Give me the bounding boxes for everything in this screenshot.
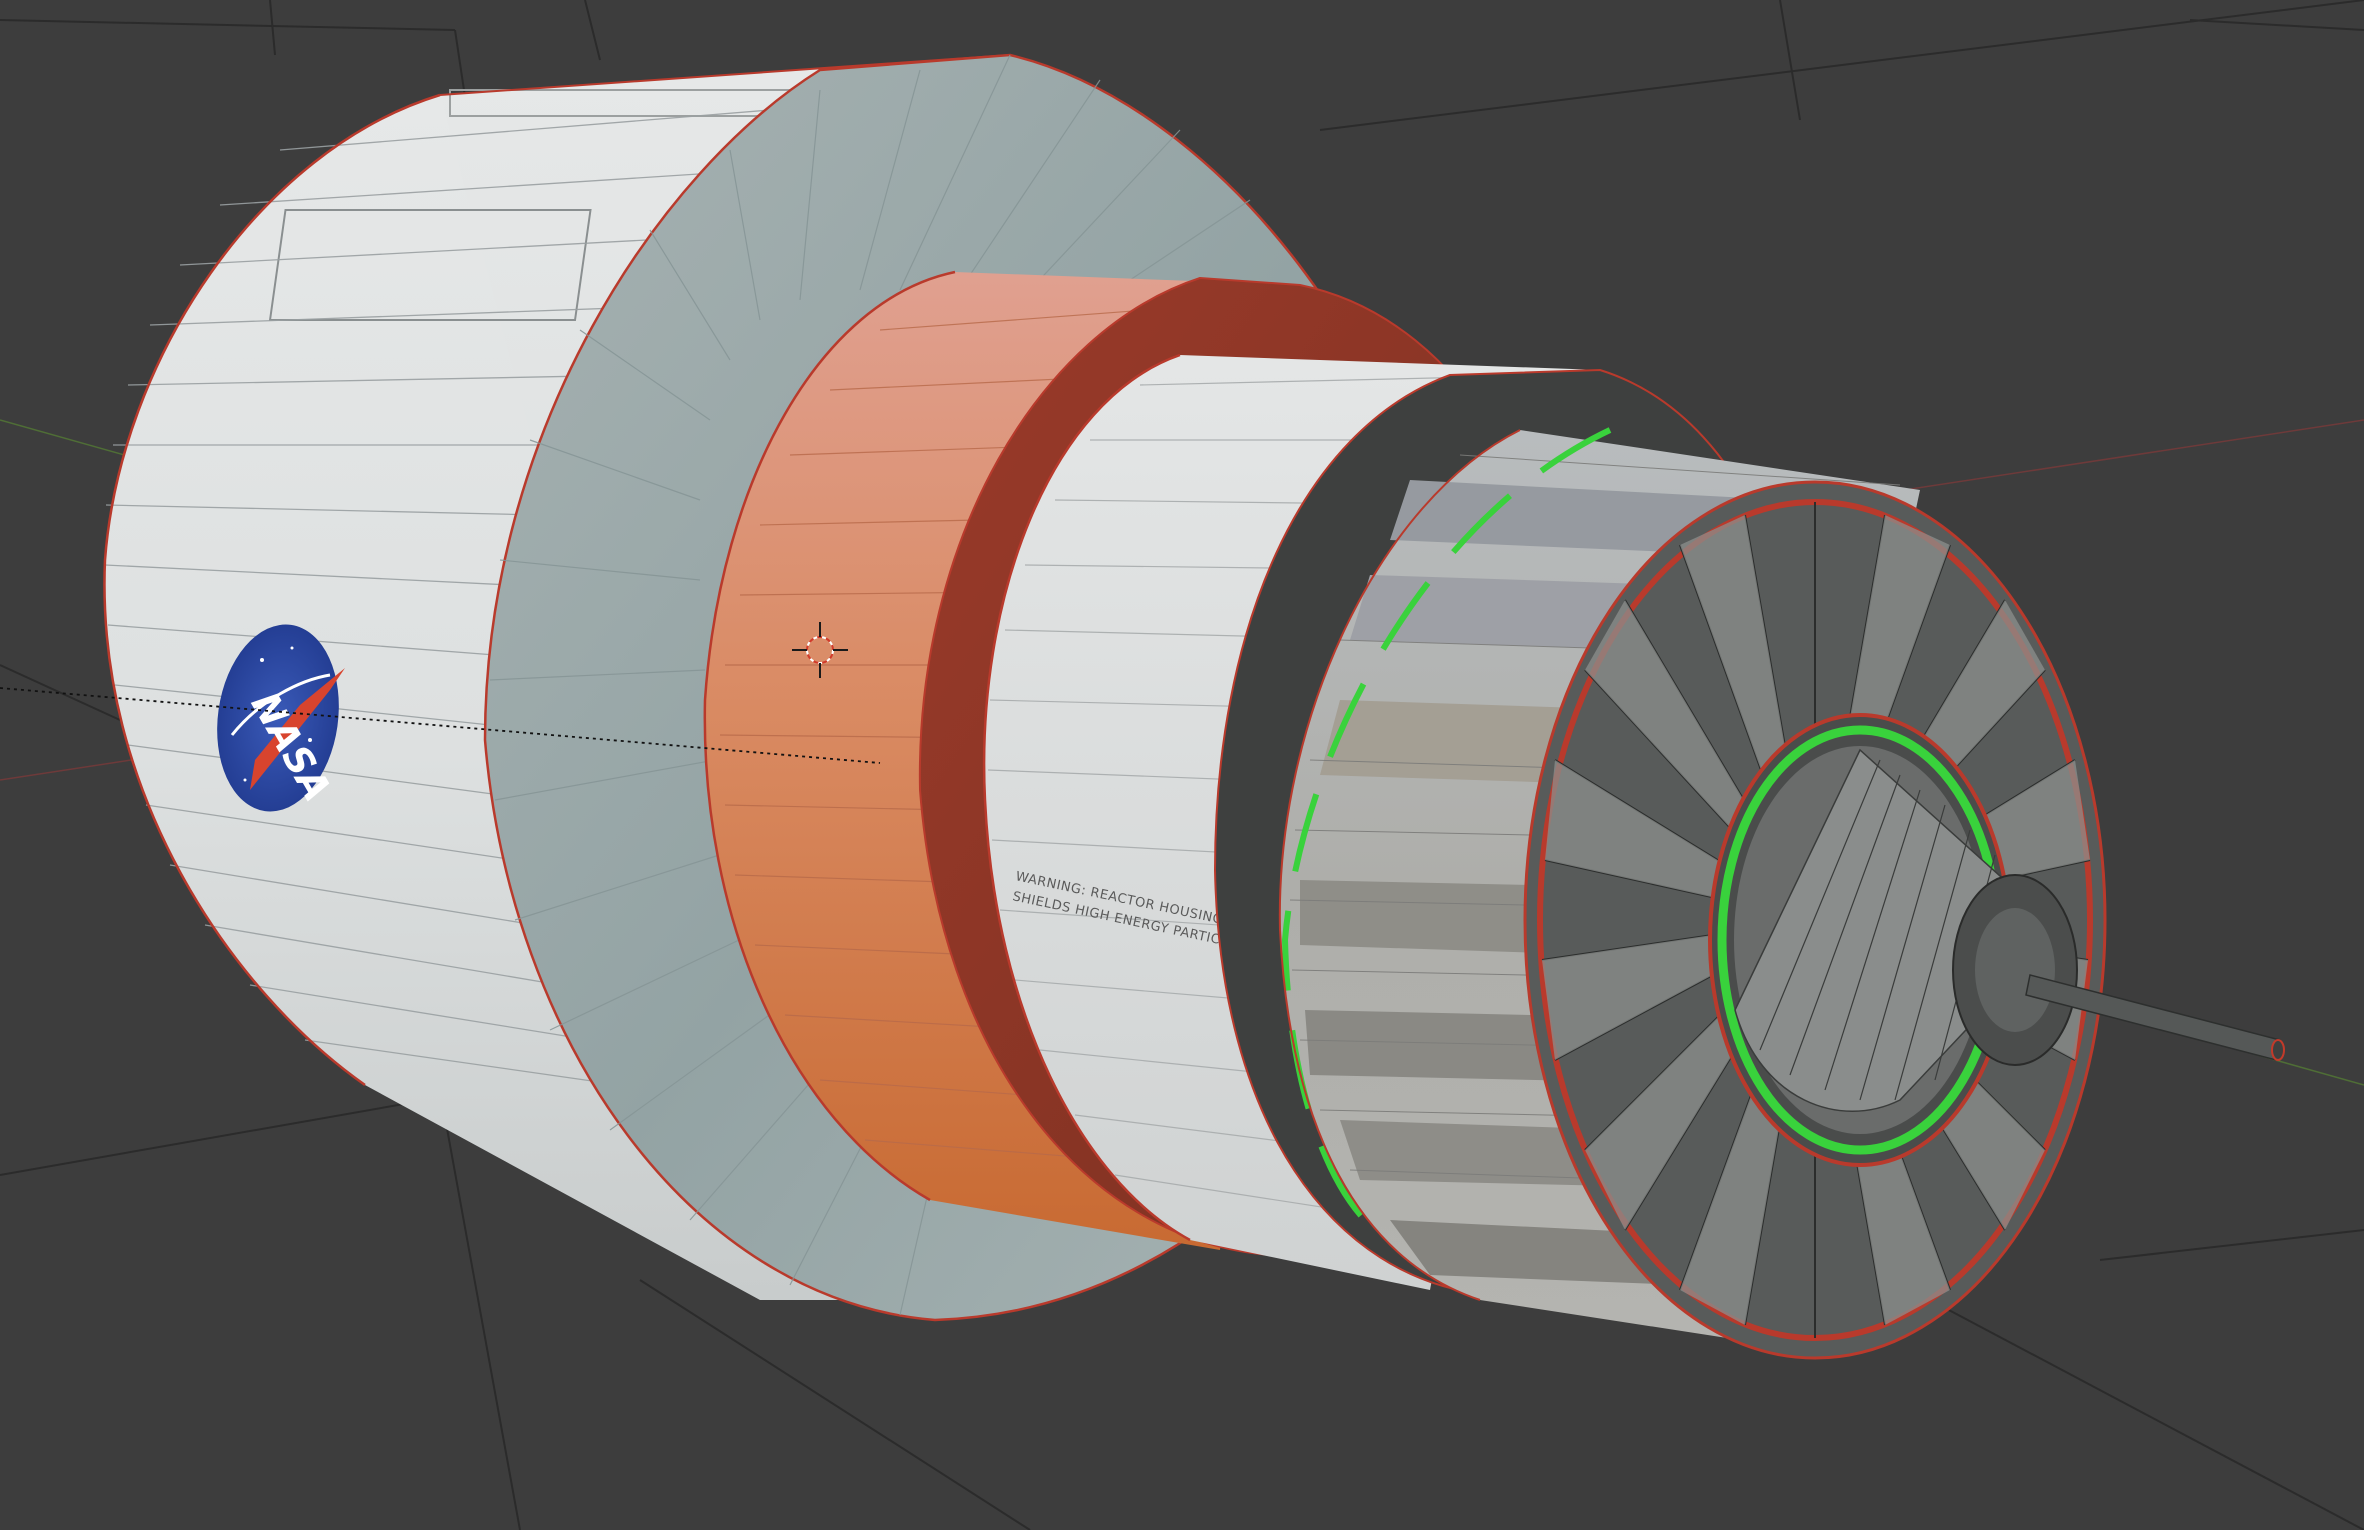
front-face-disk[interactable]	[1523, 480, 2107, 1360]
3d-viewport[interactable]: NASA WARNING: REACTOR HOUSING SHIELDS HI…	[0, 0, 2364, 1530]
scene-canvas[interactable]: NASA WARNING: REACTOR HOUSING SHIELDS HI…	[0, 0, 2364, 1530]
